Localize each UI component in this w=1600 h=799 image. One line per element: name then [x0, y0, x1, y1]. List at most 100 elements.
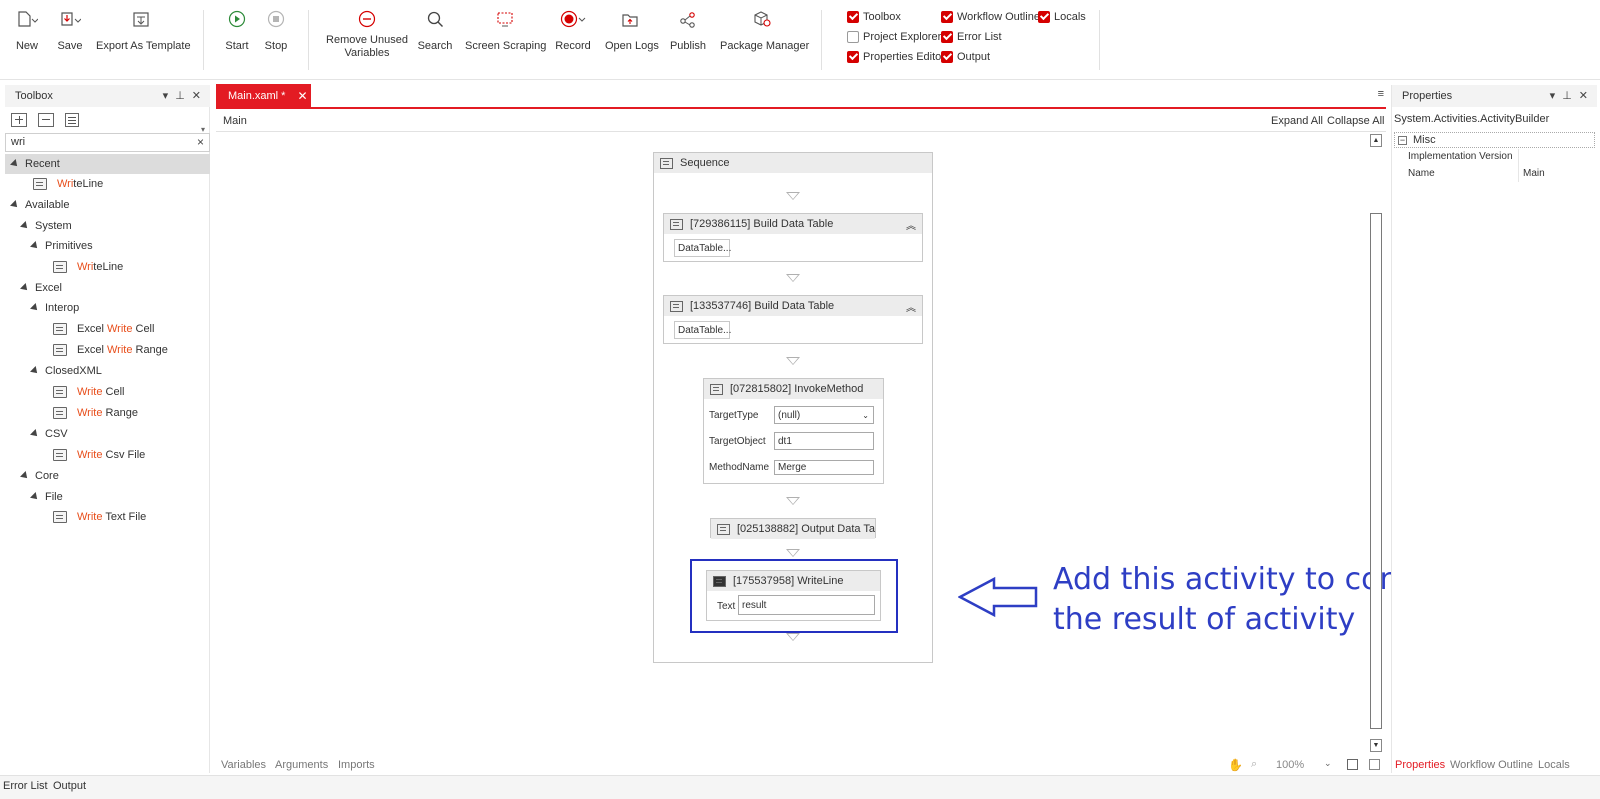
overview-map-icon[interactable]	[1369, 759, 1380, 770]
tree-node-closedxml[interactable]: ClosedXML	[30, 361, 102, 381]
zoom-level[interactable]: 100%	[1276, 759, 1304, 771]
zoom-search-icon[interactable]: ⌕	[1251, 758, 1257, 771]
writeline-activity-icon	[53, 261, 67, 273]
tab-main-xaml[interactable]: Main.xaml * ✕	[216, 84, 311, 108]
clear-search-icon[interactable]: ×	[197, 135, 204, 149]
invoke-method-activity[interactable]: [072815802] InvokeMethod TargetType (nul…	[703, 378, 884, 484]
stop-button[interactable]: Stop	[261, 8, 291, 53]
save-button[interactable]: Save	[55, 8, 85, 53]
chevron-down-icon[interactable]: ▾	[163, 89, 169, 102]
property-implementation-version-value[interactable]	[1518, 149, 1596, 165]
expand-all-icon[interactable]	[11, 113, 27, 127]
open-logs-button[interactable]: Open Logs	[605, 8, 659, 53]
screen-scraping-button[interactable]: Screen Scraping	[465, 8, 546, 53]
arguments-tab[interactable]: Arguments	[275, 759, 328, 771]
hand-pan-icon[interactable]: ✋	[1228, 758, 1243, 772]
close-tab-icon[interactable]: ✕	[297, 89, 307, 103]
search-icon	[427, 11, 443, 27]
collapse-all-icon[interactable]	[38, 113, 54, 127]
output-data-table-icon	[717, 523, 730, 535]
expand-triangle-icon	[10, 200, 20, 210]
tree-node-recent[interactable]: Recent	[5, 154, 210, 174]
variables-tab[interactable]: Variables	[221, 759, 266, 771]
property-name-value[interactable]: Main	[1518, 165, 1596, 182]
designer-vertical-scrollbar[interactable]: ▲ ▼	[1368, 133, 1383, 755]
tree-node-available[interactable]: Available	[10, 195, 69, 215]
pin-icon[interactable]: ⊥	[175, 89, 185, 102]
target-type-select[interactable]: (null) ⌄	[774, 406, 874, 424]
remove-unused-label-2: Variables	[344, 47, 390, 59]
scroll-down-icon[interactable]: ▼	[1370, 739, 1382, 752]
toolbox-panel-toggle[interactable]: Toolbox	[847, 9, 901, 25]
imports-tab[interactable]: Imports	[338, 759, 375, 771]
expand-all-link[interactable]: Expand All	[1271, 115, 1323, 127]
tab-properties[interactable]: Properties	[1395, 759, 1445, 771]
activity-header: [025138882] Output Data Ta	[711, 519, 875, 539]
datatable-button[interactable]: DataTable...	[674, 321, 731, 339]
datatable-button[interactable]: DataTable...	[674, 239, 731, 257]
pin-icon[interactable]: ⊥	[1562, 89, 1572, 102]
chevron-down-icon[interactable]: ▾	[1550, 89, 1556, 102]
close-icon[interactable]: ✕	[192, 89, 201, 102]
build-data-table-activity-2[interactable]: [133537746] Build Data Table ︽ DataTable.…	[663, 295, 923, 344]
zoom-dropdown-icon[interactable]: ⌄	[1324, 758, 1332, 769]
workflow-outline-panel-toggle[interactable]: Workflow Outline	[941, 9, 1040, 25]
close-icon[interactable]: ✕	[1579, 89, 1588, 102]
checkbox-label: Locals	[1054, 11, 1086, 23]
search-button[interactable]: Search	[417, 8, 453, 53]
scrollbar-thumb[interactable]	[1370, 213, 1382, 729]
tree-node-core[interactable]: Core	[20, 466, 59, 486]
save-label: Save	[57, 40, 83, 52]
collapse-chevron-icon[interactable]: ︽	[906, 217, 916, 232]
tree-label: CSV	[45, 428, 68, 440]
export-as-template-button[interactable]: Export As Template	[96, 8, 191, 53]
fit-to-screen-icon[interactable]	[1347, 759, 1358, 770]
tree-item-write-range[interactable]: Write Range	[53, 403, 138, 423]
tab-overflow-icon[interactable]: ≡	[1378, 88, 1384, 100]
output-panel-toggle[interactable]: Output	[941, 49, 990, 65]
collapse-box-icon[interactable]: −	[1398, 135, 1407, 145]
remove-unused-variables-button[interactable]: Remove Unused Variables	[326, 8, 408, 60]
output-data-table-activity[interactable]: [025138882] Output Data Ta	[710, 518, 876, 539]
tab-workflow-outline[interactable]: Workflow Outline	[1450, 759, 1533, 771]
build-data-table-activity-1[interactable]: [729386115] Build Data Table ︽ DataTable.…	[663, 213, 923, 262]
tree-node-file[interactable]: File	[30, 487, 63, 507]
tree-item-excel-write-cell[interactable]: Excel Write Cell	[53, 319, 154, 339]
tree-node-system[interactable]: System	[20, 216, 72, 236]
target-object-input[interactable]: dt1	[774, 432, 874, 450]
collapse-chevron-icon[interactable]: ︽	[906, 299, 916, 314]
project-explorer-panel-toggle[interactable]: Project Explorer	[847, 29, 941, 45]
new-button[interactable]: New	[12, 8, 42, 53]
tree-item-write-text-file[interactable]: Write Text File	[53, 507, 146, 527]
list-view-icon[interactable]	[65, 113, 79, 127]
locals-panel-toggle[interactable]: Locals	[1038, 9, 1086, 25]
breadcrumb[interactable]: Main	[223, 115, 247, 127]
record-button[interactable]: Record	[555, 8, 591, 53]
tree-item-writeline[interactable]: Wri teLine	[53, 257, 123, 277]
tree-node-primitives[interactable]: Primitives	[30, 236, 93, 256]
tree-item-write-cell[interactable]: Write Cell	[53, 382, 124, 402]
error-list-tab[interactable]: Error List	[3, 780, 48, 792]
text-input[interactable]: result	[738, 595, 875, 615]
tree-node-excel[interactable]: Excel	[20, 278, 62, 298]
publish-button[interactable]: Publish	[668, 8, 708, 53]
properties-editor-panel-toggle[interactable]: Properties Editor	[847, 49, 945, 65]
tree-node-interop[interactable]: Interop	[30, 298, 79, 318]
package-manager-button[interactable]: Package Manager	[720, 8, 809, 53]
error-list-panel-toggle[interactable]: Error List	[941, 29, 1002, 45]
collapse-all-link[interactable]: Collapse All	[1327, 115, 1384, 127]
tab-locals[interactable]: Locals	[1538, 759, 1570, 771]
output-tab[interactable]: Output	[53, 780, 86, 792]
start-button[interactable]: Start	[222, 8, 252, 53]
write-range-icon	[53, 407, 67, 419]
tree-item-excel-write-range[interactable]: Excel Write Range	[53, 340, 168, 360]
tree-item-write-csv-file[interactable]: Write Csv File	[53, 445, 145, 465]
scroll-up-icon[interactable]: ▲	[1370, 134, 1382, 147]
tree-item-writeline-recent[interactable]: Wri teLine	[33, 174, 103, 194]
activity-title: [025138882] Output Data Ta	[737, 523, 875, 535]
property-category-misc[interactable]: − Misc	[1394, 132, 1595, 148]
writeline-activity[interactable]: [175537958] WriteLine Text result	[706, 570, 881, 621]
tree-node-csv[interactable]: CSV	[30, 424, 68, 444]
toolbox-search-input[interactable]: wri ×	[5, 133, 210, 152]
method-name-input[interactable]: Merge	[774, 460, 874, 475]
